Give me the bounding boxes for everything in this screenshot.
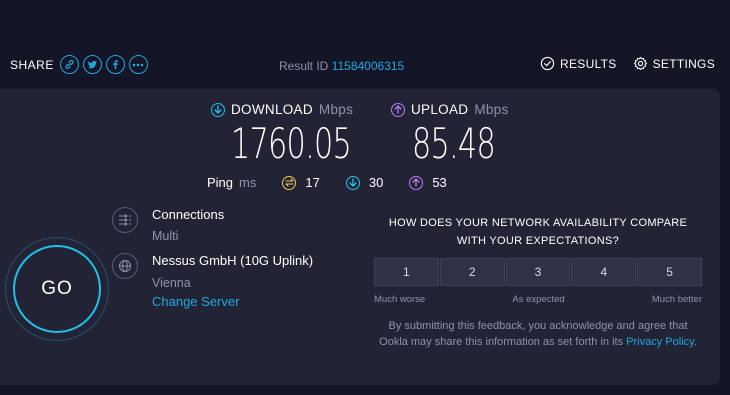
- top-bar: SHARE Result ID 11584006315 RESULTS SETT…: [0, 52, 730, 80]
- upload-arrow-icon: [391, 102, 405, 117]
- rating-scale: 1 2 3 4 5: [374, 258, 702, 286]
- share-label: SHARE: [10, 57, 54, 72]
- check-circle-icon: [540, 56, 555, 71]
- download-label: DOWNLOAD: [231, 102, 313, 117]
- ping-upload: 53: [409, 175, 447, 190]
- ping-download: 30: [345, 175, 384, 190]
- upload-header: UPLOAD Mbps: [391, 102, 527, 117]
- privacy-policy-link[interactable]: Privacy Policy: [626, 336, 694, 348]
- results-button[interactable]: RESULTS: [540, 56, 617, 71]
- server-location: Vienna: [152, 276, 191, 290]
- ping-idle-value: 17: [305, 175, 320, 190]
- server-name: Nessus GmbH (10G Uplink): [152, 253, 314, 268]
- rating-option-3[interactable]: 3: [505, 258, 571, 286]
- change-server-link[interactable]: Change Server: [152, 294, 239, 309]
- upload-unit: Mbps: [474, 102, 509, 117]
- connections-icon: [112, 207, 138, 233]
- ping-unit: ms: [239, 175, 257, 190]
- ping-idle: 17: [282, 175, 320, 190]
- download-value: 1760.05: [231, 119, 352, 168]
- globe-icon: [112, 253, 138, 279]
- feedback-disclaimer: By submitting this feedback, you acknowl…: [374, 318, 702, 350]
- rating-option-4[interactable]: 4: [571, 258, 637, 286]
- rating-option-1[interactable]: 1: [374, 258, 439, 286]
- download-arrow-icon: [211, 102, 225, 117]
- rating-low-label: Much worse: [374, 294, 426, 305]
- upload-metric: UPLOAD Mbps 85.48: [391, 102, 527, 165]
- facebook-share-icon[interactable]: [105, 55, 125, 74]
- download-metric: DOWNLOAD Mbps 1760.05: [211, 102, 398, 165]
- top-right-nav: RESULTS SETTINGS: [540, 56, 715, 71]
- idle-latency-icon: [282, 175, 297, 190]
- link-share-icon[interactable]: [59, 55, 79, 74]
- go-button[interactable]: GO: [13, 245, 101, 333]
- upload-value: 85.48: [412, 119, 496, 168]
- settings-button[interactable]: SETTINGS: [633, 56, 715, 71]
- download-header: DOWNLOAD Mbps: [211, 102, 398, 117]
- settings-label: SETTINGS: [652, 56, 715, 71]
- rating-option-5[interactable]: 5: [637, 258, 702, 286]
- twitter-share-icon[interactable]: [82, 55, 102, 74]
- disclaimer-suffix: .: [693, 336, 697, 348]
- survey-question: HOW DOES YOUR NETWORK AVAILABILITY COMPA…: [388, 217, 688, 247]
- result-id-link[interactable]: 11584006315: [332, 59, 405, 73]
- download-unit: Mbps: [318, 102, 354, 117]
- download-latency-icon: [345, 175, 360, 190]
- rating-option-2[interactable]: 2: [439, 258, 505, 286]
- upload-latency-icon: [409, 175, 424, 190]
- result-id: Result ID 11584006315: [279, 59, 404, 73]
- gear-icon: [633, 56, 647, 71]
- results-label: RESULTS: [560, 56, 617, 71]
- rating-labels: Much worse As expected Much better: [374, 294, 702, 305]
- share-group: SHARE: [10, 55, 148, 74]
- ping-row: Ping ms 17 30 53: [207, 175, 473, 190]
- result-id-label: Result ID: [279, 59, 329, 73]
- go-label: GO: [41, 278, 73, 299]
- ping-label: Ping: [207, 175, 234, 190]
- rating-high-label: Much better: [651, 294, 702, 305]
- rating-mid-label: As expected: [512, 294, 565, 305]
- connections-title: Connections: [152, 207, 225, 222]
- connections-value: Multi: [152, 229, 179, 243]
- more-options-icon[interactable]: [128, 55, 148, 74]
- upload-label: UPLOAD: [411, 102, 469, 117]
- ping-download-value: 30: [368, 175, 384, 190]
- ping-upload-value: 53: [432, 175, 447, 190]
